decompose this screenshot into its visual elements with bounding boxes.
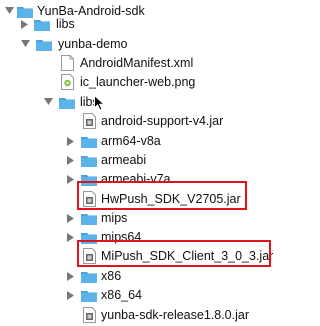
tree-row-label: yunba-sdk-release1.8.0.jar: [101, 308, 249, 322]
disclosure-collapsed-icon[interactable]: [66, 290, 76, 300]
disclosure-collapsed-icon[interactable]: [20, 19, 30, 29]
tree-row-android-support[interactable]: android-support-v4.jar: [0, 110, 288, 132]
highlight-box-hwpush: [77, 181, 247, 210]
folder-icon: [59, 95, 75, 109]
highlight-box-mipush: [77, 240, 271, 267]
folder-icon: [81, 211, 97, 225]
tree-row-label: x86_64: [101, 288, 143, 302]
tree-row-x86-64[interactable]: x86_64: [0, 284, 288, 306]
tree-row-label: yunba-demo: [58, 37, 128, 51]
folder-icon: [81, 153, 97, 167]
tree-row-label: android-support-v4.jar: [101, 114, 224, 128]
disclosure-collapsed-icon[interactable]: [66, 271, 76, 281]
tree-row-label: ic_launcher-web.png: [80, 75, 196, 89]
mouse-cursor-icon: [94, 94, 106, 114]
tree-row-label: armeabi: [101, 153, 147, 167]
disclosure-expanded-icon[interactable]: [43, 97, 53, 107]
folder-icon: [36, 37, 52, 51]
image-file-icon: [60, 73, 74, 90]
tree-row-ic-launcher-web[interactable]: ic_launcher-web.png: [0, 71, 288, 93]
file-tree: YunBa-Android-sdk libs yunba-demo Androi…: [0, 0, 288, 326]
tree-row-libs-root[interactable]: libs: [0, 13, 288, 35]
disclosure-collapsed-icon[interactable]: [66, 232, 76, 242]
folder-icon: [81, 288, 97, 302]
tree-row-label: AndroidManifest.xml: [80, 56, 194, 70]
xml-file-icon: [60, 54, 74, 71]
disclosure-collapsed-icon[interactable]: [66, 213, 76, 223]
tree-row-label: mips: [101, 211, 128, 225]
jar-file-icon: [82, 306, 96, 323]
disclosure-expanded-icon[interactable]: [20, 39, 30, 49]
tree-row-yunba-sdk-release[interactable]: yunba-sdk-release1.8.0.jar: [0, 304, 288, 326]
disclosure-collapsed-icon[interactable]: [66, 136, 76, 146]
jar-file-icon: [82, 112, 96, 129]
tree-row-label: libs: [56, 17, 75, 31]
disclosure-collapsed-icon[interactable]: [66, 155, 76, 165]
tree-row-label: x86: [101, 269, 122, 283]
disclosure-collapsed-icon[interactable]: [66, 174, 76, 184]
tree-row-label: arm64-v8a: [101, 134, 161, 148]
folder-icon: [81, 269, 97, 283]
folder-icon: [34, 17, 50, 31]
folder-icon: [81, 134, 97, 148]
